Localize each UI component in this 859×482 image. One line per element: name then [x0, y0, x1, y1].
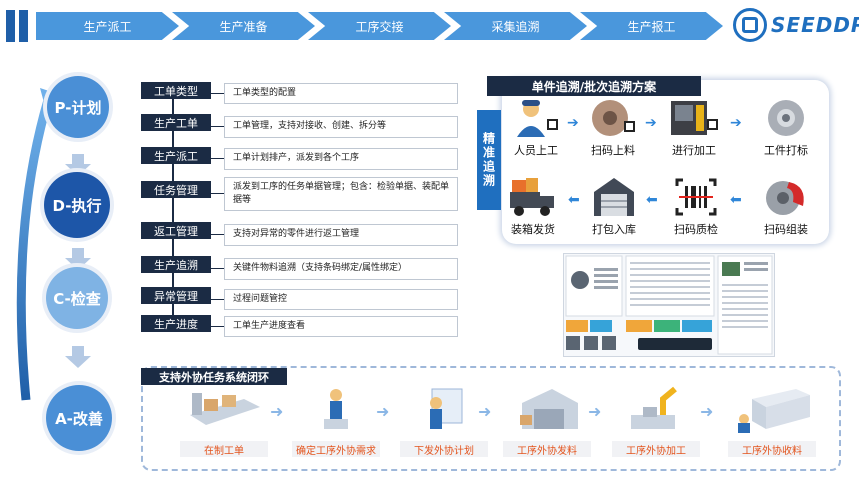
- connector: [211, 268, 224, 269]
- trace-step-label: 人员上工: [514, 144, 558, 157]
- right-arrow-icon: ➜: [270, 402, 284, 421]
- func-desc-work-order: 工单管理，支持对接收、创建、拆分等: [224, 116, 458, 138]
- connector: [211, 299, 224, 300]
- trace-step-staff: 人员上工: [504, 96, 568, 158]
- delivery-truck-icon: [724, 385, 820, 435]
- barcode-scan-icon: [671, 175, 721, 219]
- outsource-step-label: 在制工单: [180, 441, 268, 457]
- slide: 生产派工 生产准备 工序交接 采集追溯 生产报工 SEEDDP P-计划 D-执…: [0, 0, 859, 482]
- worker-boxes-icon: [288, 385, 384, 435]
- nav-step-prepare[interactable]: 生产准备: [172, 12, 315, 40]
- warehouse-worker-icon: [499, 385, 595, 435]
- nav-step-report[interactable]: 生产报工: [580, 12, 723, 40]
- func-desc-exception: 过程问题管控: [224, 289, 458, 310]
- outsource-step-label: 下发外协计划: [400, 441, 488, 457]
- truck-icon: [508, 175, 558, 219]
- warehouse-icon: [589, 175, 639, 219]
- func-label-task[interactable]: 任务管理: [141, 181, 211, 198]
- outsource-title: 支持外协任务系统闭环: [141, 368, 287, 385]
- left-accent-bars: [6, 10, 28, 42]
- outsource-step-receive: 工序外协收料: [724, 385, 820, 457]
- trace-step-marking: 工件打标: [754, 96, 818, 158]
- process-nav: 生产派工 生产准备 工序交接 采集追溯 生产报工: [36, 12, 723, 40]
- trace-step-label: 扫码上料: [591, 144, 635, 157]
- dashboard-screenshot: [563, 253, 775, 357]
- outsource-step-label: 工序外协收料: [728, 441, 816, 457]
- nav-step-dispatch[interactable]: 生产派工: [36, 12, 179, 40]
- trace-side-label: 精准追溯: [477, 110, 501, 210]
- brake-caliper-icon: [761, 175, 811, 219]
- trace-step-inspect: 扫码质检: [664, 175, 728, 237]
- right-arrow-icon: ➔: [730, 115, 742, 131]
- down-arrow-icon: [65, 346, 91, 368]
- nav-step-trace[interactable]: 采集追溯: [444, 12, 587, 40]
- outsource-step-label: 工序外协加工: [612, 441, 700, 457]
- right-arrow-icon: ➔: [645, 115, 657, 131]
- pdca-check: C-检查: [46, 267, 108, 329]
- func-desc-rework: 支持对异常的零件进行返工管理: [224, 224, 458, 246]
- trace-step-label: 装箱发货: [511, 223, 555, 236]
- brand-logo: SEEDDP: [733, 8, 859, 42]
- trace-step-label: 打包入库: [592, 223, 636, 236]
- pdca-plan: P-计划: [47, 76, 109, 138]
- outsource-step-process: 工序外协加工: [608, 385, 704, 457]
- worker-icon: [511, 96, 561, 140]
- func-desc-progress: 工单生产进度查看: [224, 316, 458, 337]
- func-label-progress[interactable]: 生产进度: [141, 315, 211, 332]
- trace-step-ship: 装箱发货: [501, 175, 565, 237]
- func-label-rework[interactable]: 返工管理: [141, 222, 211, 239]
- connector: [211, 93, 224, 94]
- trace-step-label: 工件打标: [764, 144, 808, 157]
- trace-step-label: 进行加工: [672, 144, 716, 157]
- right-arrow-icon: ➜: [478, 402, 492, 421]
- right-arrow-icon: ➜: [700, 402, 714, 421]
- cnc-machine-icon: [669, 96, 719, 140]
- func-desc-order-type: 工单类型的配置: [224, 83, 458, 104]
- left-arrow-icon: ⬅: [730, 192, 742, 208]
- func-desc-trace: 关键件物料追溯（支持条码绑定/属性绑定）: [224, 258, 458, 280]
- func-desc-dispatch: 工单计划排产，派发到各个工序: [224, 148, 458, 170]
- logo-text: SEEDDP: [771, 13, 859, 37]
- func-label-work-order[interactable]: 生产工单: [141, 114, 211, 131]
- conveyor-icon: [176, 385, 272, 435]
- pdca-do: D-执行: [44, 172, 110, 238]
- right-arrow-icon: ➜: [376, 402, 390, 421]
- trace-step-assemble: 扫码组装: [754, 175, 818, 237]
- robot-arm-icon: [608, 385, 704, 435]
- func-label-exception[interactable]: 异常管理: [141, 287, 211, 304]
- pdca-act: A-改善: [46, 385, 112, 451]
- func-desc-task: 派发到工序的任务单据管理；包含：检验单据、装配单据等: [224, 177, 458, 211]
- func-label-order-type[interactable]: 工单类型: [141, 82, 211, 99]
- outsource-step-plan: 下发外协计划: [396, 385, 492, 457]
- hub-part-icon: [761, 96, 811, 140]
- trace-step-machining: 进行加工: [662, 96, 726, 158]
- logo-mark-icon: [733, 8, 767, 42]
- outsource-step-issue: 工序外协发料: [499, 385, 595, 457]
- connector: [211, 234, 224, 235]
- trace-step-warehouse: 打包入库: [582, 175, 646, 237]
- connector: [211, 158, 224, 159]
- trace-step-label: 扫码组装: [764, 223, 808, 236]
- left-arrow-icon: ⬅: [646, 192, 658, 208]
- trace-title: 单件追溯/批次追溯方案: [487, 76, 701, 96]
- connector: [211, 193, 224, 194]
- connector: [211, 326, 224, 327]
- nav-step-handover[interactable]: 工序交接: [308, 12, 451, 40]
- left-arrow-icon: ⬅: [568, 192, 580, 208]
- trace-step-label: 扫码质检: [674, 223, 718, 236]
- outsource-step-demand: 确定工序外协需求: [288, 385, 384, 457]
- func-label-trace[interactable]: 生产追溯: [141, 256, 211, 273]
- right-arrow-icon: ➔: [567, 115, 579, 131]
- outsource-step-wip: 在制工单: [176, 385, 272, 457]
- outsource-step-label: 工序外协发料: [503, 441, 591, 457]
- connector: [211, 126, 224, 127]
- trace-step-feed: 扫码上料: [581, 96, 645, 158]
- outsource-step-label: 确定工序外协需求: [292, 441, 380, 457]
- brake-disc-icon: [588, 96, 638, 140]
- right-arrow-icon: ➜: [588, 402, 602, 421]
- func-label-dispatch[interactable]: 生产派工: [141, 147, 211, 164]
